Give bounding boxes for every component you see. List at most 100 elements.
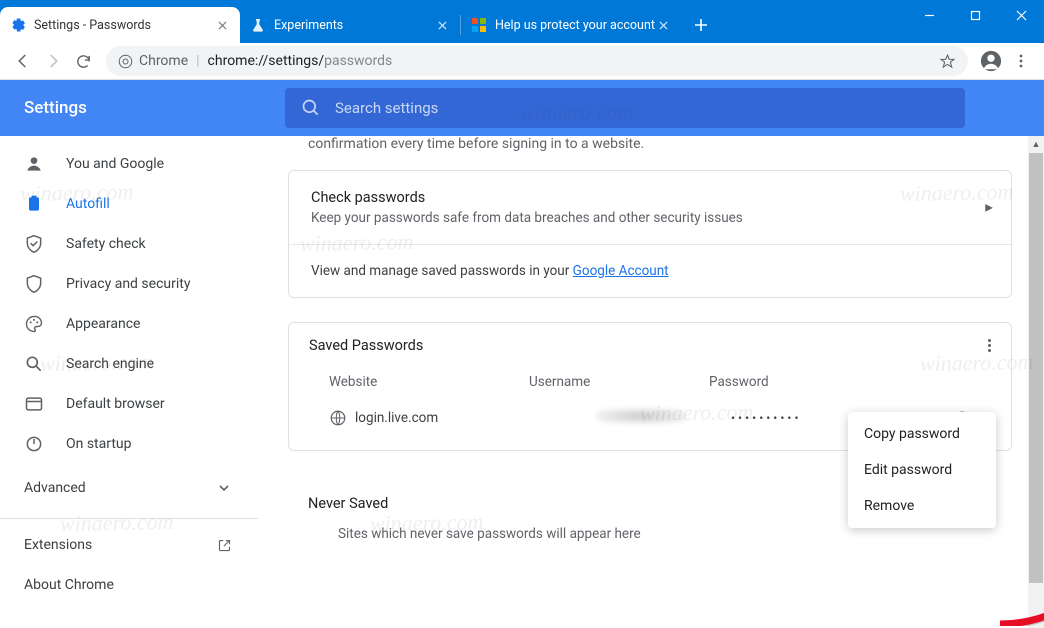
tab-help-protect[interactable]: Help us protect your account	[461, 7, 681, 43]
view-manage-row: View and manage saved passwords in your …	[289, 245, 1011, 297]
col-password: Password	[709, 374, 993, 390]
sidebar-item-label: Autofill	[66, 196, 110, 212]
settings-search-box[interactable]	[285, 88, 965, 128]
sidebar-item-autofill[interactable]: Autofill	[0, 184, 258, 224]
row-website: login.live.com	[355, 410, 551, 426]
saved-passwords-columns: Website Username Password	[289, 362, 1011, 398]
settings-main: confirmation every time before signing i…	[258, 136, 1044, 628]
sidebar-item-on-startup[interactable]: On startup	[0, 424, 258, 464]
back-button[interactable]	[8, 46, 38, 76]
scroll-down-button[interactable]: ▼	[1028, 611, 1044, 628]
window-controls	[906, 0, 1044, 30]
chevron-down-icon	[218, 482, 230, 494]
sidebar-item-label: Default browser	[66, 396, 165, 412]
tab-title: Help us protect your account	[495, 18, 655, 33]
flask-icon	[250, 17, 266, 33]
tab-strip: Settings - Passwords Experiments Help us…	[0, 7, 715, 43]
open-external-icon	[217, 538, 232, 553]
bookmark-star-icon[interactable]	[939, 53, 956, 70]
ms-icon	[471, 17, 487, 33]
sidebar-item-label: On startup	[66, 436, 132, 452]
sidebar-extensions-label: Extensions	[24, 537, 92, 553]
menu-copy-password[interactable]: Copy password	[848, 416, 996, 452]
sidebar-item-label: Safety check	[66, 236, 146, 252]
profile-avatar-icon[interactable]	[976, 46, 1006, 76]
check-passwords-title: Check passwords	[311, 189, 989, 206]
close-icon[interactable]	[434, 17, 450, 33]
password-row-context-menu: Copy password Edit password Remove	[848, 412, 996, 528]
forward-button[interactable]	[38, 46, 68, 76]
sidebar-item-label: Privacy and security	[66, 276, 190, 292]
search-icon	[301, 98, 321, 118]
tab-settings-passwords[interactable]: Settings - Passwords	[0, 7, 240, 43]
sidebar-item-appearance[interactable]: Appearance	[0, 304, 258, 344]
clipboard-icon	[24, 194, 44, 214]
sidebar-advanced-label: Advanced	[24, 480, 86, 496]
browser-icon	[24, 394, 44, 414]
maximize-button[interactable]	[952, 0, 998, 30]
browser-toolbar: Chrome | chrome://settings/passwords	[0, 43, 1044, 80]
omnibox-separator: |	[196, 53, 199, 69]
sidebar-item-privacy-security[interactable]: Privacy and security	[0, 264, 258, 304]
passwords-card: Check passwords Keep your passwords safe…	[288, 170, 1012, 298]
sidebar-link-extensions[interactable]: Extensions	[0, 525, 258, 565]
chevron-right-icon: ▶	[985, 202, 993, 213]
person-icon	[24, 154, 44, 174]
tab-title: Experiments	[274, 18, 434, 33]
power-icon	[24, 434, 44, 454]
google-account-link[interactable]: Google Account	[573, 263, 669, 279]
window-titlebar: Settings - Passwords Experiments Help us…	[0, 0, 1044, 43]
scrollbar-thumb[interactable]	[1029, 153, 1043, 583]
minimize-button[interactable]	[906, 0, 952, 30]
sidebar-advanced-toggle[interactable]: Advanced	[0, 464, 258, 512]
saved-passwords-heading: Saved Passwords	[309, 337, 423, 354]
check-passwords-sub: Keep your passwords safe from data breac…	[311, 210, 989, 226]
url-prefix: chrome://settings/	[208, 53, 325, 69]
close-icon[interactable]	[214, 17, 230, 33]
never-saved-message: Sites which never save passwords will ap…	[308, 526, 988, 542]
palette-icon	[24, 314, 44, 334]
shield-icon	[24, 274, 44, 294]
sidebar-item-label: You and Google	[66, 156, 164, 172]
close-icon[interactable]	[655, 17, 671, 33]
settings-title: Settings	[0, 98, 285, 118]
scroll-up-button[interactable]: ▲	[1028, 136, 1044, 153]
new-tab-button[interactable]	[687, 11, 715, 39]
blurred-username	[596, 408, 686, 424]
sidebar-item-safety-check[interactable]: Safety check	[0, 224, 258, 264]
settings-search-input[interactable]	[335, 99, 949, 117]
col-username: Username	[529, 374, 709, 390]
gear-icon	[10, 17, 26, 33]
sidebar-divider	[0, 518, 258, 519]
menu-remove[interactable]: Remove	[848, 488, 996, 524]
top-cutoff-text: confirmation every time before signing i…	[258, 136, 1028, 170]
reload-button[interactable]	[68, 46, 98, 76]
sidebar-item-label: Search engine	[66, 356, 154, 372]
search-icon	[24, 354, 44, 374]
globe-icon	[329, 409, 347, 427]
sidebar-link-about-chrome[interactable]: About Chrome	[0, 565, 258, 605]
chrome-chip-label: Chrome	[139, 53, 188, 69]
settings-sidebar: You and Google Autofill Safety check Pri…	[0, 136, 258, 628]
settings-header: Settings	[0, 80, 1044, 136]
url-suffix: passwords	[324, 53, 392, 69]
shield-check-icon	[24, 234, 44, 254]
check-passwords-row[interactable]: Check passwords Keep your passwords safe…	[289, 171, 1011, 245]
row-username	[551, 408, 731, 428]
sidebar-about-label: About Chrome	[24, 577, 114, 593]
col-website: Website	[329, 374, 529, 390]
sidebar-item-search-engine[interactable]: Search engine	[0, 344, 258, 384]
sidebar-item-you-and-google[interactable]: You and Google	[0, 144, 258, 184]
menu-edit-password[interactable]: Edit password	[848, 452, 996, 488]
saved-passwords-more-icon[interactable]	[988, 339, 991, 352]
view-manage-prefix: View and manage saved passwords in your	[311, 263, 573, 279]
address-bar[interactable]: Chrome | chrome://settings/passwords	[106, 46, 968, 76]
tab-title: Settings - Passwords	[34, 18, 214, 33]
vertical-scrollbar[interactable]: ▲ ▼	[1028, 136, 1044, 628]
close-window-button[interactable]	[998, 0, 1044, 30]
chrome-origin-chip: Chrome	[118, 53, 188, 69]
sidebar-item-label: Appearance	[66, 316, 140, 332]
chrome-menu-icon[interactable]	[1006, 46, 1036, 76]
tab-experiments[interactable]: Experiments	[240, 7, 460, 43]
sidebar-item-default-browser[interactable]: Default browser	[0, 384, 258, 424]
